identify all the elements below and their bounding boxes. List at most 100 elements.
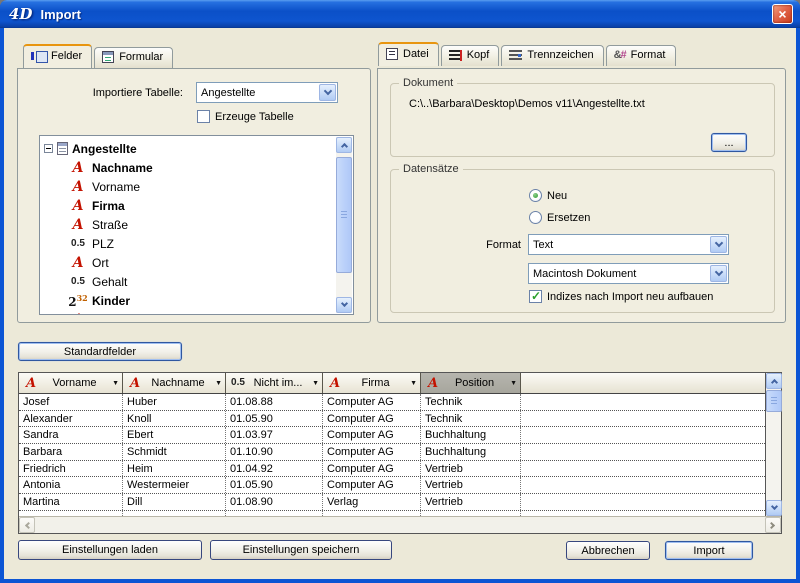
create-table-checkbox[interactable]	[197, 110, 210, 123]
titlebar[interactable]: 4D Import ×	[0, 0, 800, 28]
import-dialog: 4D Import × Felder Formular Importiere T…	[0, 0, 800, 583]
close-button[interactable]: ×	[772, 4, 793, 24]
new-records-label: Neu	[547, 190, 567, 202]
preview-table-cell: Verlag	[323, 494, 421, 510]
tab-trennzeichen[interactable]: Trennzeichen	[501, 45, 603, 66]
records-group: Datensätze Neu Ersetzen Format Text Maci…	[390, 169, 775, 313]
tree-field-item[interactable]: A Vorname	[44, 177, 335, 196]
preview-table-cell: Vertrieb	[421, 494, 521, 510]
preview-table-body: JosefHuber01.08.88Computer AGTechnikAlex…	[19, 394, 765, 511]
import-button[interactable]: Import	[665, 541, 753, 560]
preview-table-row: MartinaDill01.08.90VerlagVertrieb	[19, 494, 765, 511]
preview-vertical-scrollbar[interactable]	[765, 373, 781, 516]
preview-horizontal-scrollbar[interactable]	[19, 516, 781, 533]
cancel-button[interactable]: Abbrechen	[566, 541, 650, 560]
column-menu-arrow-icon[interactable]: ▼	[410, 380, 417, 387]
scroll-up-icon[interactable]	[766, 373, 782, 389]
rebuild-indexes-label: Indizes nach Import neu aufbauen	[547, 291, 713, 303]
preview-column-header[interactable]: A Firma ▼	[323, 373, 421, 393]
preview-column-header[interactable]: A Vorname ▼	[19, 373, 123, 393]
preview-table-cell: Dill	[123, 494, 226, 510]
tree-field-item[interactable]: A Ort	[44, 253, 335, 272]
preview-column-header[interactable]: 0.5 Nicht im... ▼	[226, 373, 323, 393]
preview-table-row: BarbaraSchmidt01.10.90Computer AGBuchhal…	[19, 444, 765, 461]
collapse-icon[interactable]	[44, 144, 53, 153]
preview-table-cell: Vertrieb	[421, 461, 521, 477]
replace-records-radio[interactable]	[529, 211, 542, 224]
doc-type-select[interactable]: Macintosh Dokument	[528, 263, 729, 284]
alpha-field-icon: A	[23, 377, 39, 390]
tree-field-item[interactable]: A Position	[44, 310, 335, 315]
tree-field-item[interactable]: 0.5 Gehalt	[44, 272, 335, 291]
save-settings-button[interactable]: Einstellungen speichern	[210, 540, 392, 560]
file-panel: Dokument C:\..\Barbara\Desktop\Demos v11…	[377, 68, 786, 323]
scroll-left-icon[interactable]	[19, 517, 35, 533]
cancel-button-label: Abbrechen	[581, 545, 634, 557]
preview-column-header[interactable]: A Nachname ▼	[123, 373, 226, 393]
tree-scrollbar[interactable]	[336, 137, 352, 313]
column-menu-arrow-icon[interactable]: ▼	[510, 380, 517, 387]
tree-root-item[interactable]: Angestellte	[44, 139, 335, 158]
browse-button[interactable]: ...	[711, 133, 747, 152]
tab-kopf[interactable]: Kopf	[441, 45, 500, 66]
preview-table-cell: Computer AG	[323, 461, 421, 477]
preview-table-cell: 01.08.90	[226, 494, 323, 510]
scroll-down-icon[interactable]	[766, 500, 782, 516]
load-settings-button[interactable]: Einstellungen laden	[18, 540, 202, 560]
format-label: Format	[473, 239, 521, 251]
preview-table-cell: Vertrieb	[421, 477, 521, 493]
tab-formular[interactable]: Formular	[94, 47, 173, 68]
alpha-field-icon: A	[68, 180, 88, 194]
tab-felder[interactable]: Felder	[23, 44, 92, 68]
tab-datei[interactable]: Datei	[378, 42, 439, 66]
preview-table-cell: Sandra	[19, 427, 123, 443]
preview-table-cell: Buchhaltung	[421, 427, 521, 443]
scroll-down-icon[interactable]	[336, 297, 352, 313]
form-icon	[102, 51, 114, 63]
preview-table-header: A Vorname ▼ A Nachname ▼ 0.5 Nicht im...…	[19, 373, 765, 394]
tab-format[interactable]: &# Format	[606, 45, 676, 66]
preview-table-cell: Barbara	[19, 444, 123, 460]
tab-label: Format	[631, 49, 666, 61]
preview-column-header[interactable]: A Position ▼	[421, 373, 521, 393]
scroll-right-icon[interactable]	[765, 517, 781, 533]
preview-vscroll-thumb[interactable]	[766, 390, 782, 412]
tree-field-item[interactable]: A Straße	[44, 215, 335, 234]
doc-type-select-value: Macintosh Dokument	[529, 268, 709, 280]
new-records-radio[interactable]	[529, 189, 542, 202]
4d-logo-icon: 4D	[9, 5, 32, 23]
chevron-down-icon[interactable]	[710, 236, 727, 253]
tree-field-item[interactable]: 0.5 PLZ	[44, 234, 335, 253]
column-menu-arrow-icon[interactable]: ▼	[112, 380, 119, 387]
tree-field-item[interactable]: A Firma	[44, 196, 335, 215]
table-select[interactable]: Angestellte	[196, 82, 338, 103]
preview-table-cell: Computer AG	[323, 444, 421, 460]
alpha-field-icon: A	[68, 313, 88, 316]
rebuild-indexes-checkbox[interactable]	[529, 290, 542, 303]
document-group-title: Dokument	[399, 77, 457, 89]
alpha-field-icon: A	[68, 218, 88, 232]
header-lines-icon	[449, 50, 462, 61]
chevron-down-icon[interactable]	[710, 265, 727, 282]
scroll-up-icon[interactable]	[336, 137, 352, 153]
replace-records-label: Ersetzen	[547, 212, 590, 224]
chevron-down-icon[interactable]	[319, 84, 336, 101]
create-table-option: Erzeuge Tabelle	[197, 110, 294, 123]
preview-table-cell: Westermeier	[123, 477, 226, 493]
tab-label: Datei	[403, 48, 429, 60]
tree-field-item[interactable]: 232 Kinder	[44, 291, 335, 310]
tree-scrollbar-thumb[interactable]	[336, 157, 352, 273]
preview-table-cell: Josef	[19, 394, 123, 410]
real-field-icon: 0.5	[68, 239, 88, 249]
standard-fields-button-label: Standardfelder	[64, 346, 136, 358]
column-menu-arrow-icon[interactable]: ▼	[215, 380, 222, 387]
load-settings-label: Einstellungen laden	[62, 544, 158, 556]
preview-table-cell: Computer AG	[323, 477, 421, 493]
left-tab-bar: Felder Formular	[23, 44, 175, 68]
preview-table-cell: Huber	[123, 394, 226, 410]
create-table-label: Erzeuge Tabelle	[215, 111, 294, 123]
column-menu-arrow-icon[interactable]: ▼	[312, 380, 319, 387]
tree-field-item[interactable]: A Nachname	[44, 158, 335, 177]
standard-fields-button[interactable]: Standardfelder	[18, 342, 182, 361]
format-select[interactable]: Text	[528, 234, 729, 255]
